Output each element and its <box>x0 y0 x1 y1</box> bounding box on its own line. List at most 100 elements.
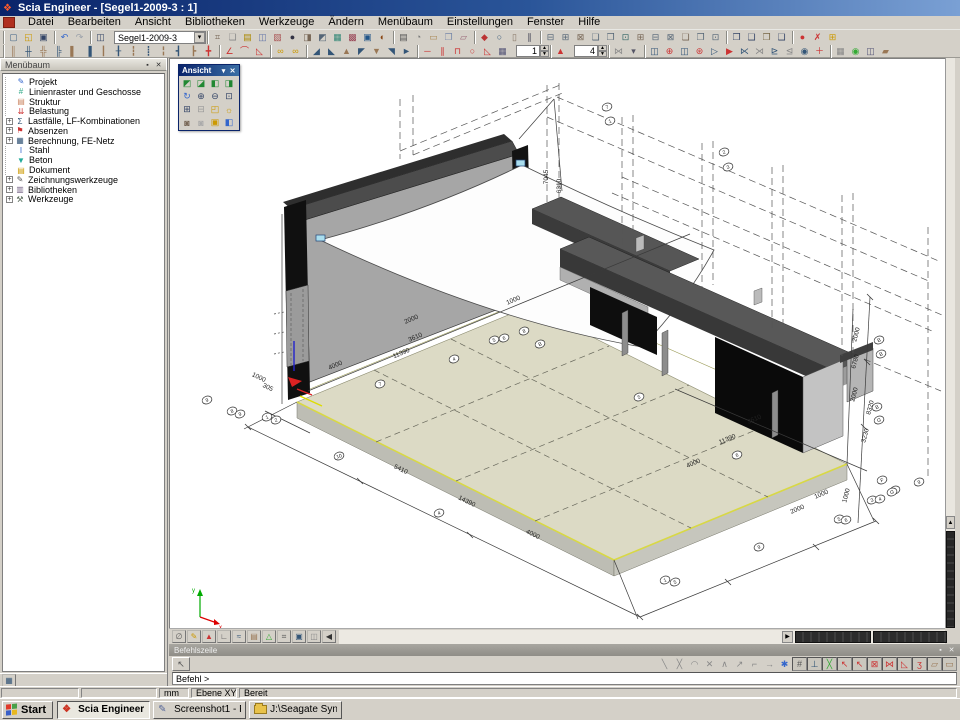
menu-bibliotheken[interactable]: Bibliotheken <box>178 16 252 29</box>
scroll-up-icon[interactable]: ▲ <box>946 516 955 529</box>
rotate-icon[interactable]: ↻ <box>180 90 194 103</box>
image-icon[interactable]: ▧ <box>270 31 285 44</box>
panel-icon[interactable]: ◩ <box>315 31 330 44</box>
slab-icon[interactable]: ▐ <box>81 45 96 58</box>
sel3-icon[interactable]: ◫ <box>677 45 692 58</box>
sel6-icon[interactable]: ▶ <box>722 45 737 58</box>
tree-item-loadcases[interactable]: +ΣLastfälle, LF-Kombinationen <box>5 116 164 126</box>
layer5-icon[interactable]: ❐ <box>603 31 618 44</box>
layer8-icon[interactable]: ⊟ <box>648 31 663 44</box>
zoom-in-icon[interactable]: ⊕ <box>194 90 208 103</box>
menu-bearbeiten[interactable]: Bearbeiten <box>61 16 128 29</box>
horizontal-scroll-thumb-1[interactable] <box>795 631 871 643</box>
tree-item-load[interactable]: ⇊Belastung <box>5 106 164 116</box>
menu-fenster[interactable]: Fenster <box>520 16 571 29</box>
pin-icon[interactable]: ▪ <box>142 60 153 70</box>
tri-icon[interactable]: ▲ <box>202 630 216 643</box>
sail-node-marker-2[interactable] <box>516 160 525 166</box>
snap-box1-icon[interactable]: ▱ <box>927 657 942 671</box>
tree-item-drawing[interactable]: +✎Zeichnungswerkzeuge <box>5 175 164 185</box>
snap-arc-icon[interactable]: ◠ <box>687 657 702 671</box>
sel11-icon[interactable]: ◉ <box>797 45 812 58</box>
sel12-icon[interactable]: ＋ <box>812 45 827 58</box>
snap-line-icon[interactable]: ╲ <box>657 657 672 671</box>
model-viewport[interactable]: y x 100030554101439040004000113903610200… <box>169 58 945 628</box>
expand-icon[interactable]: + <box>6 137 13 144</box>
layer11-icon[interactable]: ❐ <box>693 31 708 44</box>
hinge-icon[interactable]: ∠ <box>222 45 237 58</box>
tree-item-structure[interactable]: ▤Struktur <box>5 97 164 107</box>
snap-mid-icon[interactable]: ╳ <box>822 657 837 671</box>
tile-icon[interactable]: ❑ <box>744 31 759 44</box>
move4-icon[interactable]: ◥ <box>384 45 399 58</box>
snap-vert-icon[interactable]: ∧ <box>717 657 732 671</box>
column-icon[interactable]: ║ <box>6 45 21 58</box>
command-input[interactable]: Befehl > <box>172 672 957 685</box>
joint1-icon[interactable]: ┫ <box>171 45 186 58</box>
horizontal-scroll-thumb-2[interactable] <box>873 631 947 643</box>
tree-item-document[interactable]: ▤Dokument <box>5 165 164 175</box>
cut-icon[interactable]: ╋ <box>201 45 216 58</box>
tree-item-steel[interactable]: IStahl <box>5 146 164 156</box>
undo-icon[interactable]: ↶ <box>57 31 72 44</box>
zoom-prev-icon[interactable]: ⊟ <box>194 103 208 116</box>
mdi-document-icon[interactable] <box>3 17 15 28</box>
task-button[interactable]: J:\Seagate Sync\SyncRe... <box>249 701 342 719</box>
tree-item-fem[interactable]: +▦Berechnung, FE-Netz <box>5 136 164 146</box>
spinner-down-icon[interactable]: ▼ <box>540 51 549 57</box>
horizontal-scrollbar[interactable]: ▶ <box>339 630 945 644</box>
cascade-icon[interactable]: ❒ <box>729 31 744 44</box>
tree-item-project[interactable]: ✎Projekt <box>5 77 164 87</box>
marker-icon[interactable]: ◆ <box>477 31 492 44</box>
sel9-icon[interactable]: ⊵ <box>767 45 782 58</box>
search-icon[interactable]: ○ <box>492 31 507 44</box>
parallel-icon[interactable]: ∥ <box>435 45 450 58</box>
snap-axis-icon[interactable]: ⊥ <box>807 657 822 671</box>
menu-ändern[interactable]: Ändern <box>321 16 370 29</box>
rib-icon[interactable]: ┇ <box>126 45 141 58</box>
select-cursor-button[interactable]: ↖ <box>172 657 190 671</box>
up-icon[interactable]: ▲ <box>339 45 354 58</box>
menu-menübaum[interactable]: Menübaum <box>371 16 440 29</box>
mesh2-icon[interactable]: △ <box>262 630 276 643</box>
layer10-icon[interactable]: ❏ <box>678 31 693 44</box>
snap-node-icon[interactable]: ⋈ <box>882 657 897 671</box>
redo-icon[interactable]: ↷ <box>72 31 87 44</box>
arc-support-icon[interactable]: ⌒ <box>237 45 252 58</box>
expand-icon[interactable]: + <box>6 176 13 183</box>
sail-node-marker-1[interactable] <box>316 235 325 241</box>
box-icon[interactable]: ▣ <box>208 116 222 129</box>
two-icon[interactable]: ◫ <box>863 45 878 58</box>
grid3-icon[interactable]: ⌗ <box>277 630 291 643</box>
redball-icon[interactable]: ● <box>795 31 810 44</box>
snap-end2-icon[interactable]: ↖ <box>852 657 867 671</box>
new-icon[interactable]: ▢ <box>6 31 21 44</box>
beam-icon[interactable]: ╫ <box>21 45 36 58</box>
snap-cross-icon[interactable]: ╳ <box>672 657 687 671</box>
crossbeam-icon[interactable]: ╂ <box>111 45 126 58</box>
link1-icon[interactable]: ∞ <box>273 45 288 58</box>
play-icon[interactable]: ► <box>399 45 414 58</box>
expand-icon[interactable]: + <box>6 118 13 125</box>
view-x-icon[interactable]: ◪ <box>194 77 208 90</box>
menu-einstellungen[interactable]: Einstellungen <box>440 16 520 29</box>
close-icon[interactable]: ✕ <box>946 645 957 655</box>
dock-footer-icon[interactable]: ▦ <box>2 674 16 687</box>
chevron-down-icon[interactable]: ▾ <box>194 32 205 43</box>
menu-hilfe[interactable]: Hilfe <box>571 16 607 29</box>
link2-icon[interactable]: ∞ <box>288 45 303 58</box>
menu-werkzeuge[interactable]: Werkzeuge <box>252 16 321 29</box>
arrange-icon[interactable]: ❒ <box>759 31 774 44</box>
save-icon[interactable]: ▣ <box>36 31 51 44</box>
activity-spinner[interactable]: 1▲▼ <box>516 45 549 57</box>
bar-icon[interactable]: ▰ <box>878 45 893 58</box>
start-button[interactable]: Start <box>2 701 53 719</box>
sel7-icon[interactable]: ⋉ <box>737 45 752 58</box>
sheet-icon[interactable]: ▱ <box>456 31 471 44</box>
wall-icon[interactable]: ▌ <box>66 45 81 58</box>
expand-icon[interactable]: + <box>6 127 13 134</box>
layer-spinner[interactable]: 4▲▼ <box>574 45 607 57</box>
chevron-down-icon[interactable]: ▾ <box>219 67 228 75</box>
menu-datei[interactable]: Datei <box>21 16 61 29</box>
snap-grid-icon[interactable]: # <box>792 657 807 671</box>
